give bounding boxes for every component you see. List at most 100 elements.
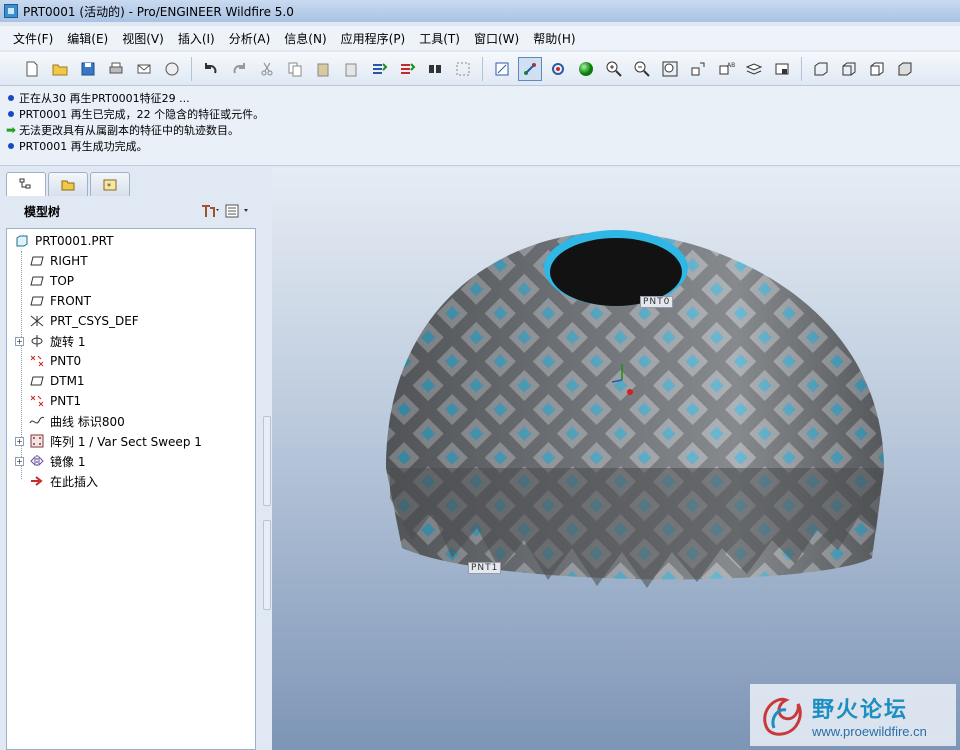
appearance-ball-icon[interactable] bbox=[574, 57, 598, 81]
datum-point-label-pnt1[interactable]: PNT1 bbox=[468, 562, 502, 574]
part-icon bbox=[13, 233, 31, 249]
select-box-icon[interactable] bbox=[451, 57, 475, 81]
copy-icon[interactable] bbox=[283, 57, 307, 81]
datum-point-label-pnt0[interactable]: PNT0 bbox=[640, 296, 674, 308]
tree-node-right[interactable]: RIGHT bbox=[7, 251, 255, 271]
info-bullet-icon bbox=[8, 143, 14, 149]
message-text: PRT0001 再生已完成，22 个隐含的特征或元件。 bbox=[19, 108, 265, 121]
tree-node-front[interactable]: FRONT bbox=[7, 291, 255, 311]
menu-bar: 文件(F) 编辑(E) 视图(V) 插入(I) 分析(A) 信息(N) 应用程序… bbox=[0, 26, 960, 50]
datum-plane-icon bbox=[28, 373, 46, 389]
tree-node-top[interactable]: TOP bbox=[7, 271, 255, 291]
layers-icon[interactable] bbox=[742, 57, 766, 81]
toolbar-separator bbox=[482, 56, 483, 81]
toolbar-separator bbox=[191, 56, 192, 81]
spin-center-icon[interactable] bbox=[518, 56, 542, 81]
datum-plane-icon bbox=[28, 273, 46, 289]
print-icon[interactable] bbox=[104, 57, 128, 81]
tab-folder-browser[interactable] bbox=[48, 172, 88, 196]
curve-icon bbox=[28, 413, 46, 429]
tree-node-curve[interactable]: 曲线 标识800 bbox=[7, 411, 255, 431]
regenerate-icon[interactable] bbox=[367, 57, 391, 81]
paste-special-icon[interactable] bbox=[339, 57, 363, 81]
zoom-out-icon[interactable] bbox=[630, 57, 654, 81]
tree-node-dtm1[interactable]: DTM1 bbox=[7, 371, 255, 391]
model-tree-header: 模型树 bbox=[6, 196, 258, 226]
graphics-viewport[interactable]: PNT0 PNT1 bbox=[272, 168, 960, 750]
navigator-panel: * 模型树 PRT0001.PRT RIGHT TOP FRONT PRT_CS… bbox=[0, 166, 272, 750]
hidden-line-icon[interactable] bbox=[837, 57, 861, 81]
menu-applications[interactable]: 应用程序(P) bbox=[334, 30, 413, 47]
regen-manager-icon[interactable] bbox=[395, 57, 419, 81]
expand-toggle[interactable]: + bbox=[15, 436, 24, 446]
open-folder-icon[interactable] bbox=[48, 57, 72, 81]
splitter-handle-bottom[interactable] bbox=[263, 520, 271, 610]
zoom-in-icon[interactable] bbox=[602, 57, 626, 81]
menu-view[interactable]: 视图(V) bbox=[115, 30, 171, 47]
repaint-icon[interactable] bbox=[490, 57, 514, 81]
find-icon[interactable] bbox=[423, 57, 447, 81]
paste-icon[interactable] bbox=[311, 57, 335, 81]
pattern-icon bbox=[28, 433, 46, 449]
refit-icon[interactable] bbox=[658, 57, 682, 81]
tree-node-pnt0[interactable]: PNT0 bbox=[7, 351, 255, 371]
tree-node-pnt1[interactable]: PNT1 bbox=[7, 391, 255, 411]
model-tree-tools bbox=[200, 203, 258, 219]
tree-node-csys[interactable]: PRT_CSYS_DEF bbox=[7, 311, 255, 331]
splitter-handle-top[interactable] bbox=[263, 416, 271, 506]
insert-here-arrow-icon bbox=[28, 473, 46, 489]
tree-node-label: DTM1 bbox=[50, 374, 85, 388]
orient-mode-icon[interactable] bbox=[546, 57, 570, 81]
watermark-title: 野火论坛 bbox=[812, 697, 909, 723]
menu-insert[interactable]: 插入(I) bbox=[171, 30, 222, 47]
tree-node-label: 在此插入 bbox=[50, 474, 99, 489]
shading-icon[interactable] bbox=[893, 57, 917, 81]
cut-icon[interactable] bbox=[255, 57, 279, 81]
menu-analysis[interactable]: 分析(A) bbox=[222, 30, 278, 47]
tab-model-tree[interactable] bbox=[6, 172, 46, 196]
menu-file[interactable]: 文件(F) bbox=[6, 30, 60, 47]
view-manager-icon[interactable] bbox=[770, 57, 794, 81]
reorient-icon[interactable] bbox=[686, 57, 710, 81]
tree-node-pattern[interactable]: + 阵列 1 / Var Sect Sweep 1 bbox=[7, 431, 255, 451]
menu-info[interactable]: 信息(N) bbox=[277, 30, 333, 47]
tab-favorites[interactable]: * bbox=[90, 172, 130, 196]
menu-window[interactable]: 窗口(W) bbox=[467, 30, 526, 47]
title-bar: PRT0001 (活动的) - Pro/ENGINEER Wildfire 5.… bbox=[0, 0, 960, 22]
tree-node-part[interactable]: PRT0001.PRT bbox=[7, 231, 255, 251]
tree-node-label: PRT0001.PRT bbox=[35, 234, 114, 248]
save-icon[interactable] bbox=[76, 57, 100, 81]
no-hidden-icon[interactable] bbox=[865, 57, 889, 81]
model-tree: PRT0001.PRT RIGHT TOP FRONT PRT_CSYS_DEF… bbox=[6, 228, 256, 750]
menu-help[interactable]: 帮助(H) bbox=[526, 30, 582, 47]
menu-tools[interactable]: 工具(T) bbox=[412, 30, 467, 47]
expand-toggle[interactable]: + bbox=[15, 336, 24, 346]
menu-edit[interactable]: 编辑(E) bbox=[60, 30, 115, 47]
datum-plane-icon bbox=[28, 253, 46, 269]
message-area: 正在从30 再生PRT0001特征29 ... PRT0001 再生已完成，22… bbox=[0, 86, 960, 166]
message-line: PRT0001 再生已完成，22 个隐含的特征或元件。 bbox=[6, 106, 954, 122]
tree-node-label: 旋转 1 bbox=[50, 334, 86, 349]
tree-settings-icon[interactable] bbox=[200, 203, 220, 219]
redo-icon[interactable] bbox=[227, 57, 251, 81]
expand-toggle[interactable]: + bbox=[15, 456, 24, 466]
model-tree-icon bbox=[19, 178, 31, 188]
send-link-icon[interactable] bbox=[160, 57, 184, 81]
new-file-icon[interactable] bbox=[20, 57, 44, 81]
message-line: 正在从30 再生PRT0001特征29 ... bbox=[6, 90, 954, 106]
window-title: PRT0001 (活动的) - Pro/ENGINEER Wildfire 5.… bbox=[23, 4, 294, 19]
wireframe-icon[interactable] bbox=[809, 57, 833, 81]
model-tree-title: 模型树 bbox=[24, 204, 61, 219]
tree-node-insert-here[interactable]: 在此插入 bbox=[7, 471, 255, 491]
tree-node-label: 阵列 1 / Var Sect Sweep 1 bbox=[50, 434, 202, 449]
tree-show-icon[interactable] bbox=[224, 203, 252, 219]
saved-views-icon[interactable]: AB bbox=[714, 57, 738, 81]
model-dome-3d bbox=[386, 230, 884, 588]
folder-icon bbox=[61, 180, 75, 190]
tree-node-label: 曲线 标识800 bbox=[50, 414, 125, 429]
send-mail-icon[interactable] bbox=[132, 57, 156, 81]
tree-node-revolve[interactable]: + 旋转 1 bbox=[7, 331, 255, 351]
mirror-icon bbox=[28, 453, 46, 469]
tree-node-mirror[interactable]: + 镜像 1 bbox=[7, 451, 255, 471]
undo-icon[interactable] bbox=[199, 57, 223, 81]
